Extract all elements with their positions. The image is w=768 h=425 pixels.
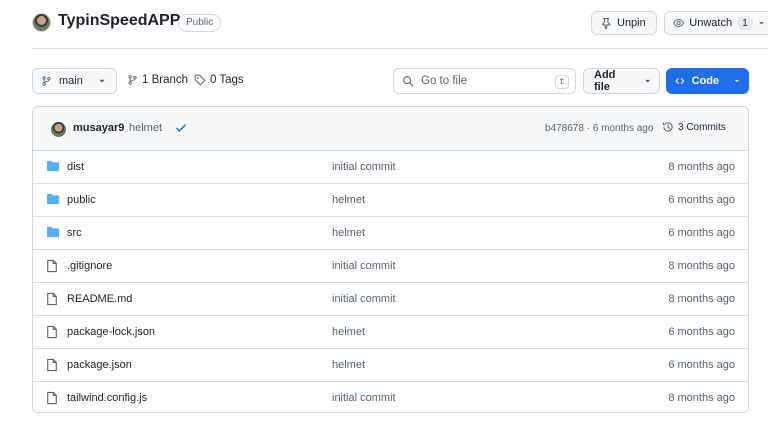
pin-icon xyxy=(602,18,611,29)
file-age: 8 months ago xyxy=(668,260,735,272)
branches-count: 1 Branch xyxy=(142,74,189,86)
file-row[interactable]: README.md initial commit 8 months ago xyxy=(33,283,748,316)
code-button[interactable]: Code xyxy=(666,68,749,94)
file-icon xyxy=(46,358,58,375)
tags-link[interactable]: 0 Tags xyxy=(194,74,244,86)
file-commit-message[interactable]: initial commit xyxy=(332,161,396,173)
header-divider xyxy=(32,48,768,49)
file-name[interactable]: README.md xyxy=(67,293,132,305)
commit-message[interactable]: helmet xyxy=(129,122,162,134)
search-input[interactable] xyxy=(421,75,541,87)
branch-name: main xyxy=(59,75,83,87)
file-commit-message[interactable]: helmet xyxy=(332,227,365,239)
search-shortcut-key: t xyxy=(555,75,569,89)
file-age: 6 months ago xyxy=(668,194,735,206)
file-name[interactable]: package-lock.json xyxy=(67,326,155,338)
file-commit-message[interactable]: initial commit xyxy=(332,392,396,404)
file-icon xyxy=(46,259,58,276)
file-name[interactable]: dist xyxy=(67,161,84,173)
add-file-label: Add file xyxy=(594,69,616,93)
tag-icon xyxy=(194,74,206,86)
file-row[interactable]: tailwind.config.js initial commit 8 mont… xyxy=(33,382,748,412)
file-age: 8 months ago xyxy=(668,293,735,305)
file-age: 8 months ago xyxy=(668,161,735,173)
code-label: Code xyxy=(691,75,720,87)
chevron-down-icon xyxy=(734,80,740,83)
file-listing: musayar9 helmet b478678 · 6 months ago 3… xyxy=(32,106,749,413)
add-file-button[interactable]: Add file xyxy=(583,68,660,94)
file-age: 6 months ago xyxy=(668,326,735,338)
commits-count: 3 Commits xyxy=(678,121,726,133)
repo-header: TypinSpeedAPP Public Unpin Unwatch 1 xyxy=(0,0,768,48)
file-name[interactable]: src xyxy=(67,227,82,239)
commit-author-avatar[interactable] xyxy=(51,122,66,137)
chevron-down-icon xyxy=(759,21,764,25)
visibility-badge: Public xyxy=(178,14,222,32)
git-branch-icon xyxy=(128,75,137,85)
file-commit-message[interactable]: initial commit xyxy=(332,260,396,272)
file-commit-message[interactable]: helmet xyxy=(332,194,365,206)
chevron-down-icon xyxy=(99,79,105,83)
check-icon[interactable] xyxy=(175,122,187,134)
commit-author[interactable]: musayar9 xyxy=(73,122,124,134)
file-row[interactable]: public helmet 6 months ago xyxy=(33,184,748,217)
git-branch-icon xyxy=(42,76,51,86)
commits-link[interactable]: 3 Commits xyxy=(662,121,726,133)
file-commit-message[interactable]: initial commit xyxy=(332,293,396,305)
file-row[interactable]: package-lock.json helmet 6 months ago xyxy=(33,316,748,349)
code-icon xyxy=(675,78,685,84)
tags-count: 0 Tags xyxy=(210,74,244,86)
folder-icon xyxy=(46,160,60,175)
file-name[interactable]: tailwind.config.js xyxy=(67,392,147,404)
file-icon xyxy=(46,391,58,408)
unwatch-button[interactable]: Unwatch 1 xyxy=(664,11,768,35)
eye-icon xyxy=(673,19,685,27)
file-age: 6 months ago xyxy=(668,227,735,239)
file-commit-message[interactable]: helmet xyxy=(332,359,365,371)
folder-icon xyxy=(46,193,60,208)
repo-name[interactable]: TypinSpeedAPP xyxy=(58,12,180,30)
file-rows: dist initial commit 8 months ago public … xyxy=(33,151,748,412)
file-name[interactable]: public xyxy=(67,194,96,206)
unpin-button[interactable]: Unpin xyxy=(591,11,657,35)
file-icon xyxy=(46,292,58,309)
owner-avatar[interactable] xyxy=(32,13,51,32)
unpin-label: Unpin xyxy=(617,17,646,29)
branch-selector[interactable]: main xyxy=(32,68,117,94)
file-row[interactable]: .gitignore initial commit 8 months ago xyxy=(33,250,748,283)
file-age: 6 months ago xyxy=(668,359,735,371)
file-name[interactable]: package.json xyxy=(67,359,132,371)
file-row[interactable]: src helmet 6 months ago xyxy=(33,217,748,250)
go-to-file-search[interactable]: t xyxy=(393,68,576,94)
chevron-down-icon xyxy=(644,79,650,83)
file-row[interactable]: package.json helmet 6 months ago xyxy=(33,349,748,382)
latest-commit-bar: musayar9 helmet b478678 · 6 months ago 3… xyxy=(33,107,748,151)
file-age: 8 months ago xyxy=(668,392,735,404)
search-icon xyxy=(403,76,414,87)
file-row[interactable]: dist initial commit 8 months ago xyxy=(33,151,748,184)
folder-icon xyxy=(46,226,60,241)
file-commit-message[interactable]: helmet xyxy=(332,326,365,338)
history-icon xyxy=(662,122,673,132)
file-icon xyxy=(46,325,58,342)
unwatch-label: Unwatch xyxy=(689,17,733,29)
commit-sha-age[interactable]: b478678 · 6 months ago xyxy=(545,123,653,134)
watch-count: 1 xyxy=(737,15,754,31)
file-name[interactable]: .gitignore xyxy=(67,260,112,272)
branches-link[interactable]: 1 Branch xyxy=(127,74,188,86)
